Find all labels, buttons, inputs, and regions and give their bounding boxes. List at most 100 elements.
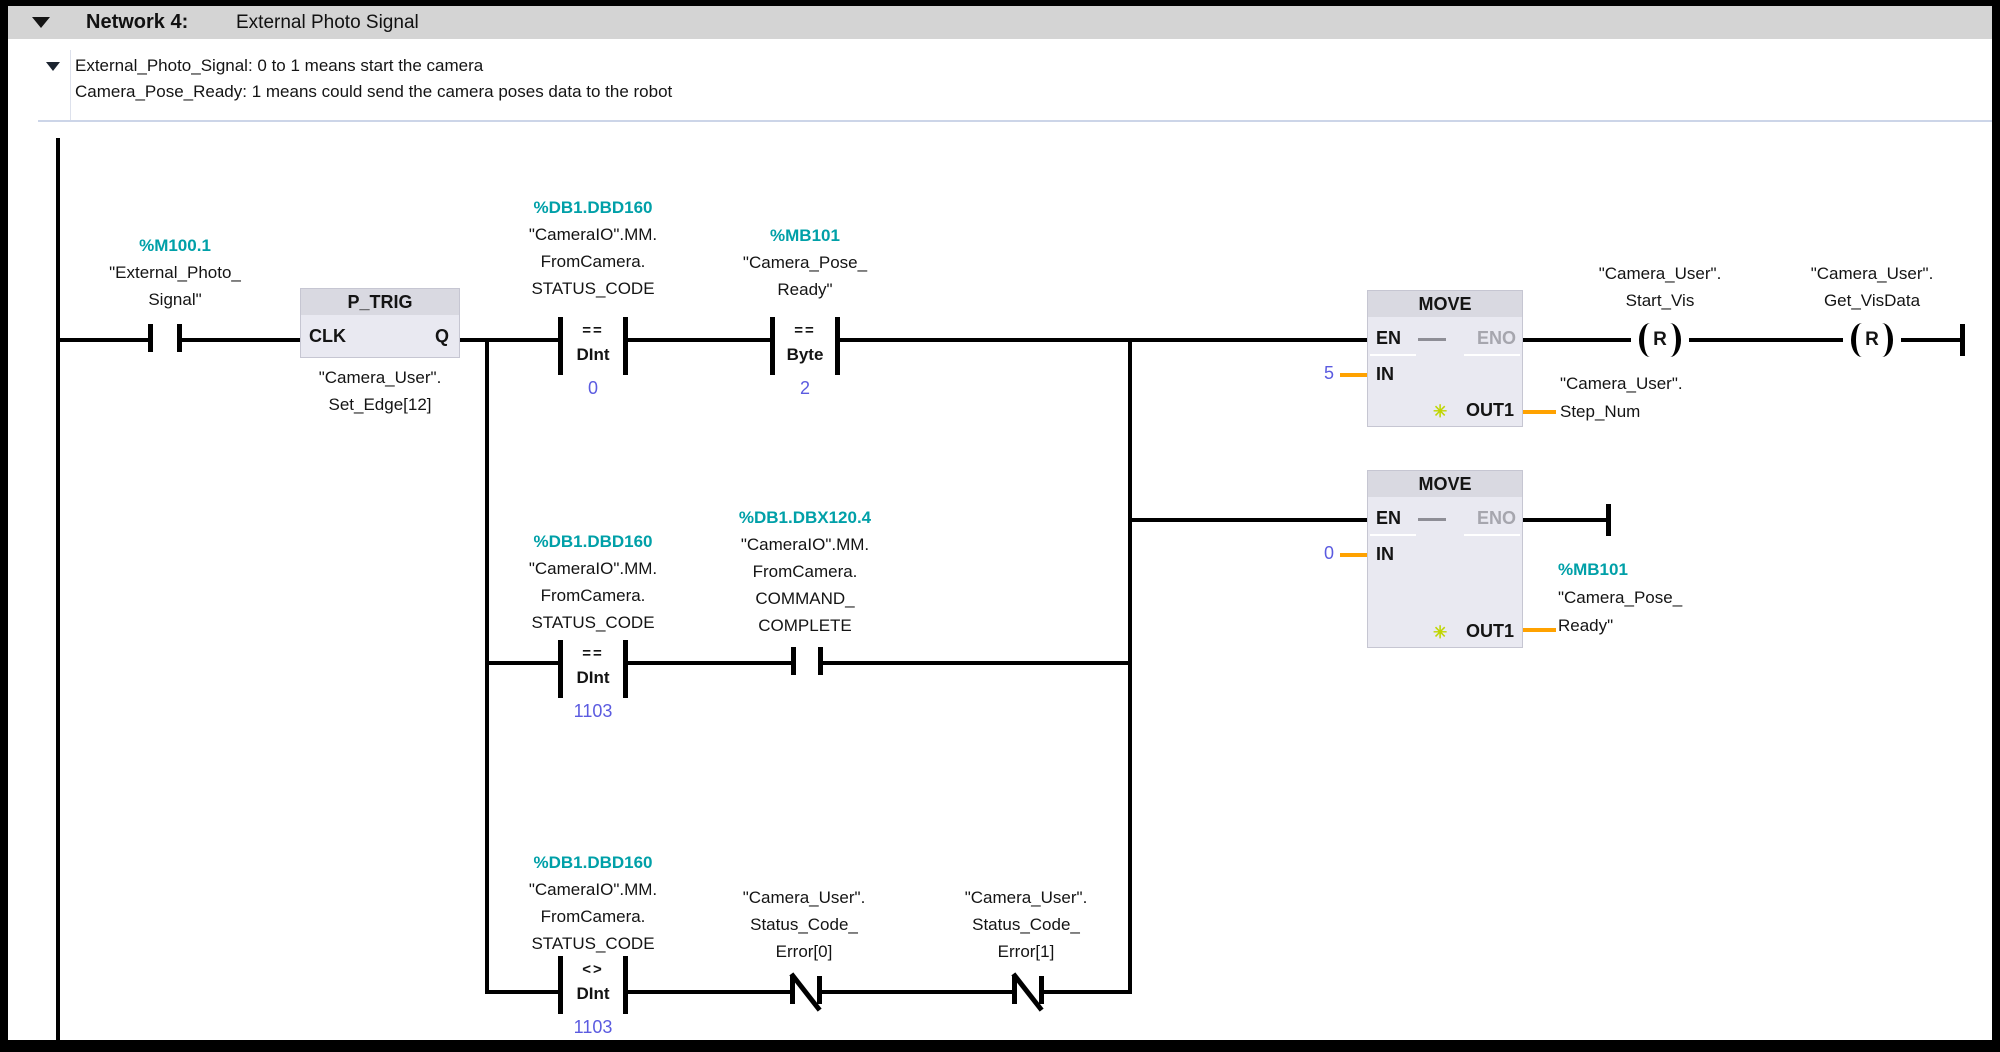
move1-en-eno-dash: [1418, 338, 1446, 341]
cmp2-operator: ==: [775, 319, 835, 343]
contact-err1-name-line[interactable]: "Camera_User".: [896, 884, 1156, 911]
move2-out-wire: [1523, 628, 1556, 632]
contact-cc-name-line[interactable]: COMMAND_: [675, 585, 935, 612]
move2-pin-en[interactable]: EN: [1376, 508, 1401, 529]
cmp1-box[interactable]: == DInt: [558, 317, 628, 375]
p-trig-block[interactable]: P_TRIG CLK Q: [300, 288, 460, 358]
comment-collapse-icon[interactable]: [46, 62, 60, 71]
contact-err1-name-line[interactable]: Status_Code_: [896, 911, 1156, 938]
move1-title[interactable]: MOVE: [1368, 291, 1522, 317]
network-header-bar: Network 4: External Photo Signal: [8, 6, 1992, 39]
coil2-labels: "Camera_User". Get_VisData: [1742, 260, 1992, 314]
contact-err1-bar-right[interactable]: [1039, 976, 1044, 1004]
cmp1-value[interactable]: 0: [558, 378, 628, 399]
p-trig-pin-q[interactable]: Q: [435, 326, 449, 347]
cmp4-box[interactable]: <> DInt: [558, 956, 628, 1014]
comment-line-1[interactable]: External_Photo_Signal: 0 to 1 means star…: [75, 56, 483, 76]
contact-photo-labels: %M100.1 "External_Photo_ Signal": [45, 232, 305, 313]
p-trig-pin-clk[interactable]: CLK: [309, 326, 346, 347]
contact-photo-name-line[interactable]: "External_Photo_: [45, 259, 305, 286]
coil1-paren-left: [1639, 323, 1650, 357]
contact-photo-name-line[interactable]: Signal": [45, 286, 305, 313]
wire-main-rung-left: [56, 338, 1367, 342]
contact-err0-name-line[interactable]: Status_Code_: [674, 911, 934, 938]
cmp3-operator: ==: [563, 642, 623, 666]
lad-editor-screen: Network 4: External Photo Signal Externa…: [0, 0, 2000, 1052]
cmp4-address[interactable]: %DB1.DBD160: [463, 849, 723, 876]
move2-en-eno-dash: [1418, 518, 1446, 521]
cmp3-data-type[interactable]: DInt: [563, 666, 623, 690]
move2-out-address[interactable]: %MB101: [1558, 556, 1798, 584]
cmp2-data-type[interactable]: Byte: [775, 343, 835, 367]
contact-photo-bar-left[interactable]: [148, 324, 153, 352]
move2-en-underline: [1370, 534, 1416, 536]
wire-move2-feed: [1128, 518, 1367, 522]
cmp4-value[interactable]: 1103: [558, 1017, 628, 1038]
move1-pin-en[interactable]: EN: [1376, 328, 1401, 349]
move2-pin-out1[interactable]: OUT1: [1466, 621, 1514, 642]
contact-cc-bar-left[interactable]: [791, 647, 796, 675]
coil1-symbol: R: [1650, 329, 1670, 351]
contact-err0-bar-right[interactable]: [817, 976, 822, 1004]
move2-out-star-icon: ✳: [1433, 623, 1447, 643]
move2-eno-underline: [1464, 534, 1520, 536]
p-trig-operand-line[interactable]: "Camera_User".: [250, 364, 510, 391]
cmp2-box[interactable]: == Byte: [770, 317, 840, 375]
network-title[interactable]: Network 4:: [86, 11, 188, 34]
cmp4-operator: <>: [563, 958, 623, 982]
cmp2-name-line[interactable]: Ready": [675, 276, 935, 303]
comment-line-2[interactable]: Camera_Pose_Ready: 1 means could send th…: [75, 82, 672, 102]
move1-out-wire: [1523, 410, 1556, 414]
move1-block[interactable]: MOVE EN ENO IN ✳ OUT1: [1367, 290, 1523, 427]
contact-err0-name-line[interactable]: Error[0]: [674, 938, 934, 965]
move2-in-value[interactable]: 0: [1294, 543, 1334, 564]
move1-pin-eno[interactable]: ENO: [1477, 328, 1516, 349]
move2-block[interactable]: MOVE EN ENO IN ✳ OUT1: [1367, 470, 1523, 648]
coil2-operand-line[interactable]: Get_VisData: [1742, 287, 1992, 314]
move2-pin-in[interactable]: IN: [1376, 544, 1394, 565]
move1-eno-underline: [1464, 354, 1520, 356]
contact-err0-name-line[interactable]: "Camera_User".: [674, 884, 934, 911]
network-subtitle[interactable]: External Photo Signal: [236, 12, 419, 34]
cmp1-operator: ==: [563, 319, 623, 343]
cmp2-value[interactable]: 2: [770, 378, 840, 399]
contact-cc-gap: [796, 659, 818, 667]
move2-pin-eno[interactable]: ENO: [1477, 508, 1516, 529]
cmp3-box[interactable]: == DInt: [558, 640, 628, 698]
contact-photo-address[interactable]: %M100.1: [45, 232, 305, 259]
contact-cc-address[interactable]: %DB1.DBX120.4: [675, 504, 935, 531]
move2-title[interactable]: MOVE: [1368, 471, 1522, 497]
p-trig-operand-line[interactable]: Set_Edge[12]: [250, 391, 510, 418]
cmp2-name-line[interactable]: "Camera_Pose_: [675, 249, 935, 276]
contact-cc-name-line[interactable]: FromCamera.: [675, 558, 935, 585]
move1-out-operand-line[interactable]: Step_Num: [1560, 398, 1800, 426]
coil1-paren-right: [1670, 323, 1681, 357]
move2-eno-end-terminal: [1606, 504, 1611, 536]
coil1-reset-coil[interactable]: R: [1631, 320, 1689, 360]
contact-photo-bar-right[interactable]: [177, 324, 182, 352]
contact-cc-bar-right[interactable]: [818, 647, 823, 675]
cmp4-data-type[interactable]: DInt: [563, 982, 623, 1006]
comment-separator: [38, 120, 1992, 122]
coil2-reset-coil[interactable]: R: [1843, 320, 1901, 360]
contact-cc-name-line[interactable]: COMPLETE: [675, 612, 935, 639]
coil2-operand-line[interactable]: "Camera_User".: [1742, 260, 1992, 287]
contact-err1-name-line[interactable]: Error[1]: [896, 938, 1156, 965]
cmp2-address[interactable]: %MB101: [675, 222, 935, 249]
network-collapse-icon[interactable]: [32, 17, 50, 28]
move2-out-operand-line[interactable]: Ready": [1558, 612, 1798, 640]
move1-pin-in[interactable]: IN: [1376, 364, 1394, 385]
move1-out-operand-line[interactable]: "Camera_User".: [1560, 370, 1800, 398]
move2-out-operand-line[interactable]: "Camera_Pose_: [1558, 584, 1798, 612]
contact-photo-gap: [153, 336, 177, 344]
move1-out-operand: "Camera_User". Step_Num: [1560, 370, 1800, 426]
cmp3-value[interactable]: 1103: [558, 701, 628, 722]
move1-in-value[interactable]: 5: [1294, 363, 1334, 384]
move2-in-wire: [1340, 553, 1367, 557]
p-trig-title[interactable]: P_TRIG: [301, 289, 459, 315]
contact-cc-name-line[interactable]: "CameraIO".MM.: [675, 531, 935, 558]
cmp1-address[interactable]: %DB1.DBD160: [463, 194, 723, 221]
move2-out-operand: %MB101 "Camera_Pose_ Ready": [1558, 556, 1798, 640]
cmp1-data-type[interactable]: DInt: [563, 343, 623, 367]
move1-pin-out1[interactable]: OUT1: [1466, 400, 1514, 421]
